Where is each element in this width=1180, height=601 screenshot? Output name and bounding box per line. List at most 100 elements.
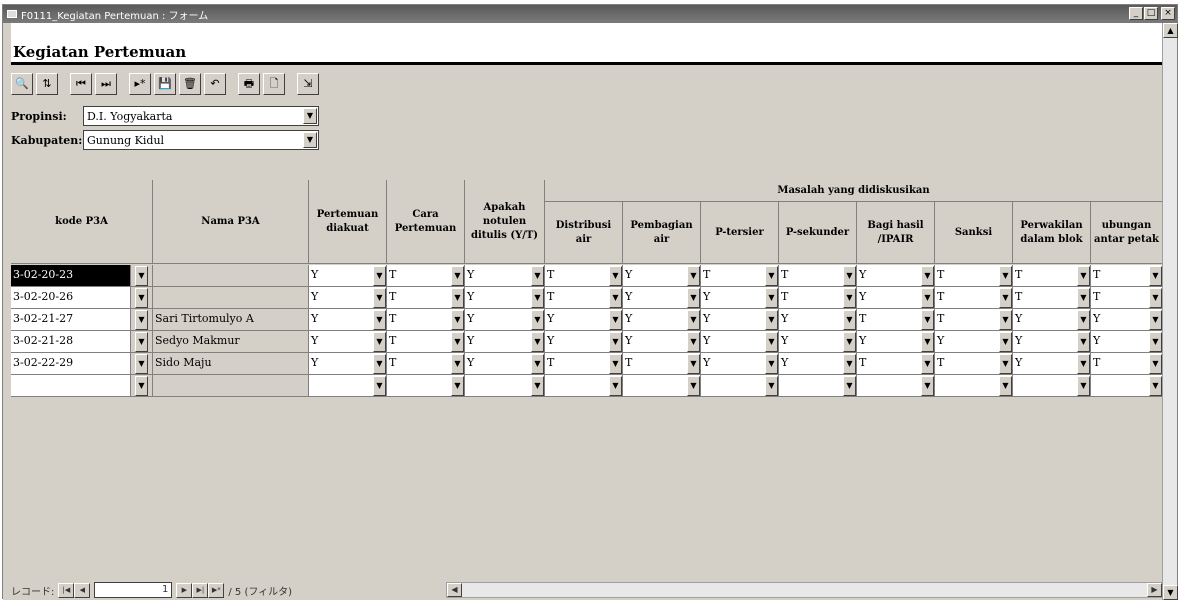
chevron-down-icon[interactable]: ▼ [609,266,622,286]
chevron-down-icon[interactable]: ▼ [843,376,856,396]
chevron-down-icon[interactable]: ▼ [1149,376,1162,396]
print-preview-button[interactable]: 🗋 [263,73,285,95]
current-record-input[interactable]: 1 [94,582,173,598]
first-record-button[interactable]: |◀ [58,582,75,598]
last-record-button[interactable]: ⏭ [95,73,117,95]
chevron-down-icon[interactable]: ▼ [531,332,544,352]
chevron-down-icon[interactable]: ▼ [921,332,934,352]
chevron-down-icon[interactable]: ▼ [135,354,148,374]
chevron-down-icon[interactable]: ▼ [1077,332,1090,352]
chevron-down-icon[interactable]: ▼ [1077,266,1090,286]
chevron-down-icon[interactable]: ▼ [135,376,148,396]
next-record-button[interactable]: ▶ [176,582,193,598]
new-record-button[interactable]: ▸* [129,73,151,95]
chevron-down-icon[interactable]: ▼ [451,376,464,396]
scroll-up-icon[interactable]: ▲ [1163,23,1178,38]
chevron-down-icon[interactable]: ▼ [451,332,464,352]
chevron-down-icon[interactable]: ▼ [1077,288,1090,308]
chevron-down-icon[interactable]: ▼ [999,354,1012,374]
chevron-down-icon[interactable]: ▼ [843,266,856,286]
chevron-down-icon[interactable]: ▼ [999,288,1012,308]
chevron-down-icon[interactable]: ▼ [765,332,778,352]
first-record-button[interactable]: ⏮ [70,73,92,95]
print-button[interactable]: 🖶 [238,73,260,95]
chevron-down-icon[interactable]: ▼ [687,310,700,330]
exit-button[interactable]: ⇲ [297,73,319,95]
kode-cell[interactable] [11,375,131,397]
chevron-down-icon[interactable]: ▼ [999,332,1012,352]
chevron-down-icon[interactable]: ▼ [843,310,856,330]
chevron-down-icon[interactable]: ▼ [373,376,386,396]
last-record-button[interactable]: ▶| [192,582,209,598]
chevron-down-icon[interactable]: ▼ [531,288,544,308]
chevron-down-icon[interactable]: ▼ [303,108,317,124]
scroll-down-icon[interactable]: ▼ [1163,585,1178,600]
undo-button[interactable]: ↶ [204,73,226,95]
kabupaten-combo[interactable]: Gunung Kidul ▼ [83,130,319,150]
save-button[interactable]: 💾 [154,73,176,95]
chevron-down-icon[interactable]: ▼ [999,376,1012,396]
chevron-down-icon[interactable]: ▼ [921,310,934,330]
chevron-down-icon[interactable]: ▼ [609,310,622,330]
chevron-down-icon[interactable]: ▼ [1149,332,1162,352]
horizontal-scrollbar[interactable]: ◀ ▶ [446,582,1163,598]
chevron-down-icon[interactable]: ▼ [373,332,386,352]
propinsi-combo[interactable]: D.I. Yogyakarta ▼ [83,106,319,126]
chevron-down-icon[interactable]: ▼ [531,310,544,330]
delete-button[interactable]: 🗑 [179,73,201,95]
chevron-down-icon[interactable]: ▼ [765,376,778,396]
chevron-down-icon[interactable]: ▼ [609,332,622,352]
chevron-down-icon[interactable]: ▼ [609,354,622,374]
chevron-down-icon[interactable]: ▼ [687,266,700,286]
chevron-down-icon[interactable]: ▼ [687,288,700,308]
scroll-right-icon[interactable]: ▶ [1147,583,1162,597]
sort-button[interactable]: ⇅ [36,73,58,95]
chevron-down-icon[interactable]: ▼ [1149,288,1162,308]
chevron-down-icon[interactable]: ▼ [1149,266,1162,286]
chevron-down-icon[interactable]: ▼ [135,332,148,352]
chevron-down-icon[interactable]: ▼ [135,288,148,308]
chevron-down-icon[interactable]: ▼ [609,376,622,396]
chevron-down-icon[interactable]: ▼ [531,376,544,396]
chevron-down-icon[interactable]: ▼ [765,354,778,374]
chevron-down-icon[interactable]: ▼ [451,354,464,374]
chevron-down-icon[interactable]: ▼ [1149,310,1162,330]
chevron-down-icon[interactable]: ▼ [765,310,778,330]
previous-record-button[interactable]: ◀ [74,582,91,598]
chevron-down-icon[interactable]: ▼ [451,310,464,330]
kode-cell[interactable]: 3-02-22-29 [11,353,131,375]
chevron-down-icon[interactable]: ▼ [135,310,148,330]
chevron-down-icon[interactable]: ▼ [765,288,778,308]
chevron-down-icon[interactable]: ▼ [531,354,544,374]
chevron-down-icon[interactable]: ▼ [1149,354,1162,374]
chevron-down-icon[interactable]: ▼ [303,132,317,148]
close-button[interactable]: × [1161,7,1175,20]
chevron-down-icon[interactable]: ▼ [843,354,856,374]
chevron-down-icon[interactable]: ▼ [373,310,386,330]
kode-cell[interactable]: 3-02-20-26 [11,287,131,309]
chevron-down-icon[interactable]: ▼ [999,266,1012,286]
chevron-down-icon[interactable]: ▼ [843,288,856,308]
chevron-down-icon[interactable]: ▼ [1077,354,1090,374]
chevron-down-icon[interactable]: ▼ [921,288,934,308]
maximize-button[interactable]: □ [1144,7,1158,20]
chevron-down-icon[interactable]: ▼ [531,266,544,286]
chevron-down-icon[interactable]: ▼ [921,354,934,374]
scroll-left-icon[interactable]: ◀ [447,583,462,597]
chevron-down-icon[interactable]: ▼ [843,332,856,352]
kode-cell[interactable]: 3-02-21-27 [11,309,131,331]
minimize-button[interactable]: _ [1129,7,1143,20]
kode-cell[interactable]: 3-02-21-28 [11,331,131,353]
chevron-down-icon[interactable]: ▼ [687,376,700,396]
chevron-down-icon[interactable]: ▼ [921,266,934,286]
chevron-down-icon[interactable]: ▼ [921,376,934,396]
new-record-button[interactable]: ▶* [208,582,225,598]
vertical-scrollbar[interactable]: ▲ ▼ [1162,23,1178,600]
binoculars-button[interactable]: 🔍 [11,73,33,95]
chevron-down-icon[interactable]: ▼ [999,310,1012,330]
kode-cell[interactable]: 3-02-20-23 [11,265,131,287]
chevron-down-icon[interactable]: ▼ [373,266,386,286]
chevron-down-icon[interactable]: ▼ [373,354,386,374]
chevron-down-icon[interactable]: ▼ [687,332,700,352]
chevron-down-icon[interactable]: ▼ [135,266,148,286]
